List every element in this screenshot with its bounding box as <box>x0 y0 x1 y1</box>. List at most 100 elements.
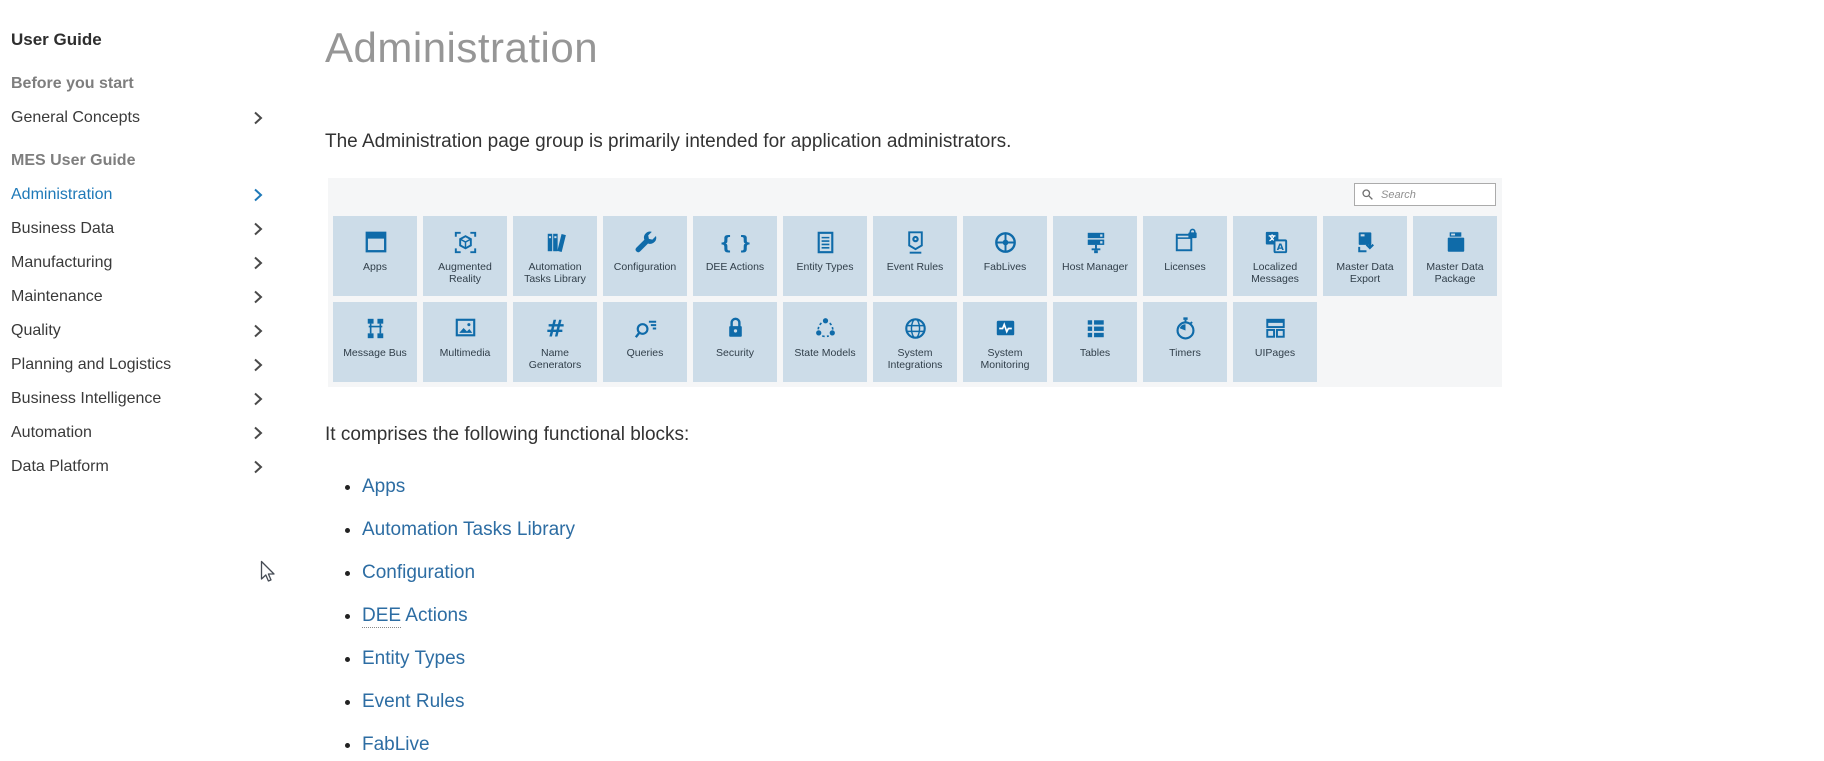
sidebar-sections: Before you start General Concepts MES User… <box>11 67 263 484</box>
globe-icon <box>900 310 931 346</box>
search-icon <box>1362 189 1373 200</box>
sidebar-section-header: Before you start <box>11 75 134 92</box>
tile-master-data-export: Master Data Export <box>1323 216 1407 296</box>
tile-label: System Monitoring <box>980 347 1030 371</box>
tile-name-generators: # Name Generators <box>513 302 597 382</box>
tile-multimedia: Multimedia <box>423 302 507 382</box>
functional-blocks-list: Apps Automation Tasks Library Configuratio… <box>325 476 1585 756</box>
tile-security: Security <box>693 302 777 382</box>
window-lock-icon <box>1170 224 1201 260</box>
sidebar-item-label: Automation <box>11 424 92 441</box>
lock-icon <box>720 310 751 346</box>
tile-label: Timers <box>1169 347 1201 359</box>
list-item: Configuration <box>362 562 1585 584</box>
sidebar-title: User Guide <box>11 30 102 49</box>
pulse-monitor-icon <box>990 310 1021 346</box>
target-icon <box>990 224 1021 260</box>
screenshot-search-box <box>1354 183 1496 206</box>
tile-label: DEE Actions <box>705 261 765 273</box>
link-apps[interactable]: Apps <box>362 476 405 497</box>
tile-label: Augmented Reality <box>438 261 492 285</box>
sidebar-item-label: Manufacturing <box>11 254 113 271</box>
tile-apps: Apps <box>333 216 417 296</box>
intro-paragraph: The Administration page group is primari… <box>325 131 1012 152</box>
sidebar-item-label: Quality <box>11 322 61 339</box>
sidebar-item-administration[interactable]: Administration <box>11 178 263 212</box>
link-entity-types[interactable]: Entity Types <box>362 648 465 669</box>
sidebar-item-business-data[interactable]: Business Data <box>11 212 263 246</box>
link-automation-tasks-library[interactable]: Automation Tasks Library <box>362 519 575 540</box>
sidebar-item-label: General Concepts <box>11 109 140 126</box>
tile-host-manager: Host Manager <box>1053 216 1137 296</box>
screenshot-search-input <box>1379 187 1489 202</box>
tile-event-rules: Event Rules <box>873 216 957 296</box>
sidebar-item-maintenance[interactable]: Maintenance <box>11 280 263 314</box>
chevron-right-icon <box>253 324 263 338</box>
wrench-icon <box>630 224 661 260</box>
chevron-right-icon <box>253 358 263 372</box>
translate-icon: A <box>1260 224 1291 260</box>
sidebar-item-business-intelligence[interactable]: Business Intelligence <box>11 382 263 416</box>
tile-label: Apps <box>363 261 387 273</box>
tile-master-data-package: Master Data Package <box>1413 216 1497 296</box>
chevron-right-icon <box>253 392 263 406</box>
tile-augmented-reality: Augmented Reality <box>423 216 507 296</box>
table-rows-icon <box>1080 310 1111 346</box>
sidebar-item-general-concepts[interactable]: General Concepts <box>11 101 263 135</box>
chevron-right-icon <box>253 460 263 474</box>
chevron-right-icon <box>253 290 263 304</box>
svg-text:A: A <box>1276 242 1284 253</box>
image-icon <box>450 310 481 346</box>
sidebar-item-data-platform[interactable]: Data Platform <box>11 450 263 484</box>
tile-label: Automation Tasks Library <box>524 261 586 285</box>
tile-label: Multimedia <box>439 347 491 359</box>
tile-system-integrations: System Integrations <box>873 302 957 382</box>
link-configuration[interactable]: Configuration <box>362 562 475 583</box>
list-item: FabLive <box>362 734 1585 756</box>
chevron-right-icon <box>253 188 263 202</box>
svg-text:#: # <box>545 315 564 342</box>
layout-icon <box>1260 310 1291 346</box>
tile-label: Localized Messages <box>1251 261 1299 285</box>
export-icon <box>1350 224 1381 260</box>
list-item: Event Rules <box>362 691 1585 713</box>
sidebar-item-label: Planning and Logistics <box>11 356 172 373</box>
tile-label: Security <box>716 347 754 359</box>
tile-state-models: State Models <box>783 302 867 382</box>
hash-icon: # <box>540 310 571 346</box>
page: User Guide Before you start General Conce… <box>0 0 1824 761</box>
chevron-right-icon <box>253 426 263 440</box>
augmented-reality-icon <box>450 224 481 260</box>
tile-label: Name Generators <box>528 347 582 371</box>
svg-text:{ }: { } <box>720 232 751 253</box>
tile-label: FabLives <box>983 261 1027 273</box>
tile-label: Entity Types <box>796 261 854 273</box>
stopwatch-icon <box>1170 310 1201 346</box>
tile-tables: Tables <box>1053 302 1137 382</box>
list-item: Automation Tasks Library <box>362 519 1585 541</box>
chevron-right-icon <box>253 256 263 270</box>
link-dee-actions[interactable]: DEE Actions <box>362 605 468 628</box>
tile-label: Licenses <box>1164 261 1206 273</box>
cycle-dots-icon <box>810 310 841 346</box>
tile-uipages: UIPages <box>1233 302 1317 382</box>
tile-label: Message Bus <box>343 347 407 359</box>
sidebar-item-label: Data Platform <box>11 458 109 475</box>
sidebar-item-label: Administration <box>11 186 113 203</box>
sidebar-item-label: Maintenance <box>11 288 103 305</box>
page-title: Administration <box>325 24 599 71</box>
sidebar-item-planning-and-logistics[interactable]: Planning and Logistics <box>11 348 263 382</box>
sidebar-section-header: MES User Guide <box>11 152 136 169</box>
list-item: Apps <box>362 476 1585 498</box>
sidebar-item-label: Business Data <box>11 220 115 237</box>
sidebar-item-automation[interactable]: Automation <box>11 416 263 450</box>
books-icon <box>540 224 571 260</box>
sidebar-item-quality[interactable]: Quality <box>11 314 263 348</box>
chevron-right-icon <box>253 222 263 236</box>
main-content: Administration The Administration page g… <box>325 0 1585 761</box>
apps-icon <box>360 224 391 260</box>
sidebar-item-manufacturing[interactable]: Manufacturing <box>11 246 263 280</box>
tile-entity-types: Entity Types <box>783 216 867 296</box>
link-fablive[interactable]: FabLive <box>362 734 430 755</box>
link-event-rules[interactable]: Event Rules <box>362 691 464 712</box>
